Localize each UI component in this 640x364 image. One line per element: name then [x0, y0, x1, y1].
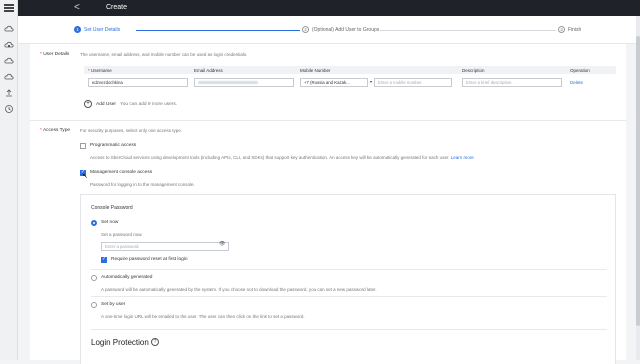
back-arrow-icon[interactable]: <	[74, 0, 80, 16]
table-row: edzvezdochkina +7 (Russia and Kazak... ▾ E…	[84, 74, 616, 90]
step-2-label: (Optional) Add User to Groups	[312, 26, 380, 33]
programmatic-access-text: Access to SberCloud services using devel…	[90, 155, 474, 160]
help-icon[interactable]: ?	[151, 338, 159, 346]
col-username: * Username	[84, 66, 190, 74]
access-type-description: For security purposes, select only one a…	[80, 128, 183, 133]
col-description: Description	[458, 66, 566, 74]
col-operation: Operation	[566, 66, 616, 74]
section-divider	[91, 329, 607, 330]
step-1-label: Set User Details	[84, 26, 121, 33]
step-3-label: Finish	[568, 26, 582, 33]
delete-link[interactable]: Delete	[570, 80, 583, 85]
eye-icon[interactable]: 👁	[219, 241, 225, 247]
step-line-2	[380, 30, 556, 31]
top-header: < Create	[18, 0, 640, 16]
set-by-user-label: Set by user	[101, 302, 126, 307]
option-divider	[91, 269, 607, 270]
console-password-heading: Console Password	[91, 205, 133, 211]
console-access-text: Password for logging in to the managemen…	[90, 182, 195, 187]
programmatic-access-checkbox[interactable]	[80, 143, 86, 149]
mouse-pointer-icon: ↖	[82, 173, 88, 180]
user-details-description: The username, email address, and mobile …	[80, 52, 248, 57]
mobile-input[interactable]: Enter a mobile number.	[374, 77, 453, 87]
section-divider	[30, 120, 626, 121]
add-user-button[interactable]: + Add User You can add 9 more users.	[84, 100, 177, 108]
auto-generated-label: Automatically generated	[101, 275, 153, 280]
add-user-hint: You can add 9 more users.	[120, 101, 178, 107]
step-2: 2 (Optional) Add User to Groups	[302, 26, 379, 33]
cloud-server-icon[interactable]	[4, 56, 14, 66]
description-input[interactable]: Enter a brief description.	[462, 77, 562, 87]
auto-generated-radio[interactable]	[91, 275, 97, 281]
console-password-panel: Console Password Set now Set a password …	[80, 194, 616, 364]
set-by-user-radio[interactable]	[91, 302, 97, 308]
cloud-icon[interactable]	[4, 72, 14, 82]
cloud-icon[interactable]	[4, 24, 14, 34]
vertical-scrollbar[interactable]	[636, 16, 640, 360]
page-title: Create	[106, 4, 128, 11]
email-input[interactable]	[194, 77, 294, 87]
step-3: 3 Finish	[558, 26, 581, 33]
set-now-radio[interactable]	[91, 220, 97, 226]
step-1: 1 Set User Details	[74, 26, 120, 33]
option-divider	[91, 296, 607, 297]
user-details-label: * User Details	[40, 52, 70, 57]
step-indicator: 1 Set User Details 2 (Optional) Add User…	[18, 16, 640, 44]
learn-more-link[interactable]: Learn more	[451, 155, 474, 160]
username-input[interactable]: edzvezdochkina	[88, 77, 188, 87]
add-user-label: Add User	[96, 101, 116, 107]
password-input[interactable]: Enter a password.	[101, 242, 229, 251]
lock-cloud-icon[interactable]	[4, 40, 14, 50]
set-by-user-hint: A one-time login URL will be emailed to …	[101, 314, 305, 319]
access-type-label: * Access Type	[40, 128, 71, 133]
users-table: * Username Email Address Mobile Number D…	[84, 66, 616, 90]
step-2-number: 2	[302, 26, 309, 33]
menu-icon[interactable]	[4, 4, 14, 12]
history-icon[interactable]	[4, 104, 14, 114]
step-3-number: 3	[558, 26, 565, 33]
console-access-title: Management console access	[90, 170, 153, 175]
chevron-down-icon[interactable]: ▾	[370, 79, 372, 84]
set-now-label: Set now	[101, 220, 119, 225]
set-now-hint: Set a password now.	[101, 232, 143, 237]
require-reset-label: Require password reset at first login	[111, 257, 188, 262]
sidebar	[0, 0, 18, 360]
col-email: Email Address	[190, 66, 296, 74]
plus-icon: +	[84, 100, 92, 108]
programmatic-access-title: Programmatic access	[90, 143, 137, 148]
login-protection-heading: Login Protection	[91, 338, 149, 347]
step-line-1	[136, 30, 300, 31]
user-upload-icon[interactable]	[4, 88, 14, 98]
users-table-header: * Username Email Address Mobile Number D…	[84, 66, 616, 74]
country-code-select[interactable]: +7 (Russia and Kazak...	[300, 77, 368, 87]
email-redacted	[198, 80, 258, 84]
step-1-number: 1	[74, 26, 81, 33]
require-reset-checkbox[interactable]	[101, 256, 107, 263]
col-mobile: Mobile Number	[296, 66, 458, 74]
scrollbar-thumb[interactable]	[636, 36, 640, 326]
auto-generated-hint: A password will be automatically generat…	[101, 287, 377, 292]
